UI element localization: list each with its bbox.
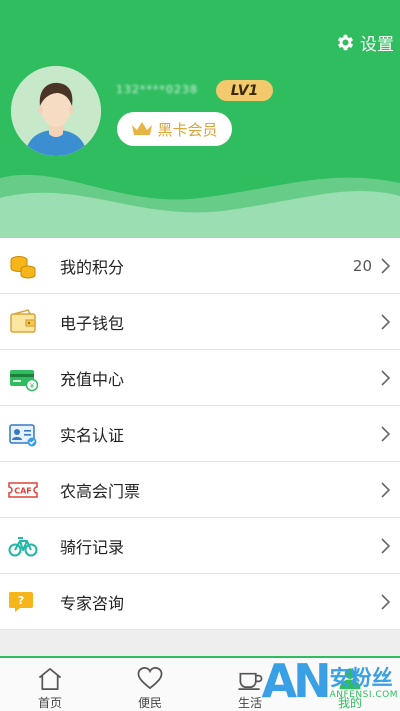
bicycle-icon bbox=[8, 531, 38, 561]
svg-text:?: ? bbox=[18, 594, 24, 607]
tab-life[interactable]: 生活 bbox=[200, 658, 300, 711]
menu-item-wallet[interactable]: 电子钱包 bbox=[0, 294, 400, 350]
bottom-tab-bar: 首页 便民 生活 我的 bbox=[0, 656, 400, 711]
menu-label: 我的积分 bbox=[60, 257, 125, 277]
coins-icon bbox=[8, 251, 38, 281]
settings-button[interactable]: 设置 bbox=[335, 30, 394, 55]
header-wave-decoration bbox=[0, 174, 400, 238]
points-value: 20 bbox=[352, 256, 372, 275]
menu-label: 充值中心 bbox=[60, 369, 125, 389]
user-icon bbox=[339, 668, 361, 690]
menu-item-ticket[interactable]: CAF 农高会门票 bbox=[0, 462, 400, 518]
wallet-icon bbox=[8, 307, 38, 337]
menu-item-realname[interactable]: 实名认证 bbox=[0, 406, 400, 462]
menu-label: 实名认证 bbox=[60, 425, 125, 445]
menu-item-consult[interactable]: ? 专家咨询 bbox=[0, 574, 400, 630]
tab-home[interactable]: 首页 bbox=[0, 658, 100, 711]
chevron-right-icon bbox=[381, 537, 390, 554]
id-card-icon bbox=[8, 419, 38, 449]
member-label: 黑卡会员 bbox=[157, 120, 218, 139]
crown-icon bbox=[132, 122, 153, 135]
section-divider bbox=[0, 630, 400, 656]
menu-item-points[interactable]: 我的积分 20 bbox=[0, 238, 400, 294]
chevron-right-icon bbox=[381, 425, 390, 442]
tab-convenience[interactable]: 便民 bbox=[100, 658, 200, 711]
tab-label: 便民 bbox=[137, 696, 162, 710]
chevron-right-icon bbox=[381, 481, 390, 498]
svg-text:¥: ¥ bbox=[30, 382, 35, 390]
cup-icon bbox=[238, 672, 263, 690]
menu-label: 农高会门票 bbox=[60, 481, 141, 501]
card-recharge-icon: ¥ bbox=[8, 363, 38, 393]
tab-label: 我的 bbox=[337, 696, 362, 710]
menu-label: 专家咨询 bbox=[60, 593, 125, 613]
consult-icon: ? bbox=[8, 587, 38, 617]
menu-item-recharge[interactable]: ¥ 充值中心 bbox=[0, 350, 400, 406]
chevron-right-icon bbox=[381, 313, 390, 330]
ticket-icon: CAF bbox=[8, 475, 38, 505]
gear-icon bbox=[337, 34, 354, 51]
avatar[interactable] bbox=[11, 66, 101, 156]
member-button[interactable]: 黑卡会员 bbox=[117, 112, 232, 146]
home-icon bbox=[38, 668, 62, 690]
username-text: 132****0238 bbox=[116, 83, 198, 96]
user-avatar-icon bbox=[11, 66, 101, 156]
chevron-right-icon bbox=[381, 593, 390, 610]
level-badge: LV1 bbox=[216, 80, 273, 101]
menu-list: 我的积分 20 电子钱包 ¥ 充值中心 实名认证 CAF 农高会门票 骑行记录 … bbox=[0, 238, 400, 630]
heart-icon bbox=[137, 667, 163, 690]
profile-header: 设置 132****0238 LV1 黑卡会员 bbox=[0, 0, 400, 238]
tab-label: 生活 bbox=[237, 696, 262, 710]
menu-label: 骑行记录 bbox=[60, 537, 125, 557]
tab-mine[interactable]: 我的 bbox=[300, 658, 400, 711]
tab-label: 首页 bbox=[37, 696, 62, 710]
menu-label: 电子钱包 bbox=[60, 313, 125, 333]
settings-label: 设置 bbox=[360, 35, 394, 55]
ticket-icon-text: CAF bbox=[14, 486, 32, 495]
chevron-right-icon bbox=[381, 257, 390, 274]
menu-item-cycling[interactable]: 骑行记录 bbox=[0, 518, 400, 574]
chevron-right-icon bbox=[381, 369, 390, 386]
